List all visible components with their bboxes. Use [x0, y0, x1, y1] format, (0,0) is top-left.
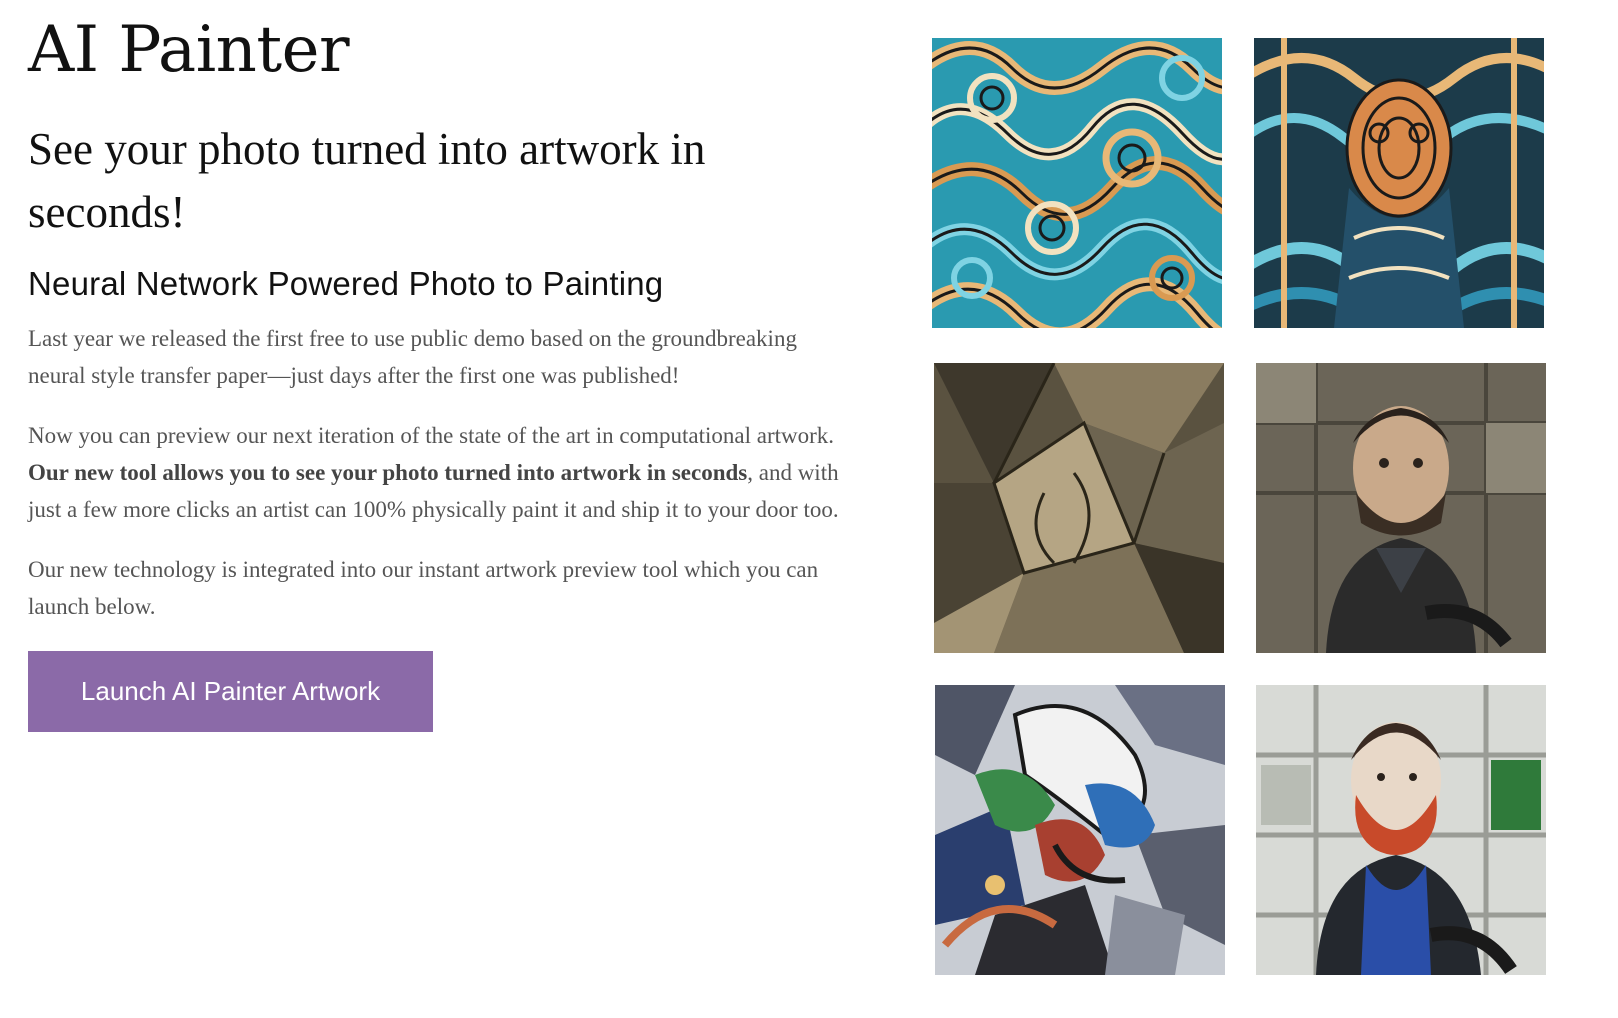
page-subtitle: See your photo turned into artwork in se… — [28, 124, 706, 237]
section-heading: Neural Network Powered Photo to Painting — [28, 265, 664, 302]
swirl-portrait-graphic — [1254, 38, 1544, 328]
launch-tool-button[interactable]: Launch AI Painter Artwork Tool — [28, 651, 433, 787]
intro-paragraph-2: Now you can preview our next iteration o… — [28, 417, 848, 528]
intro-paragraph-2-emphasis: Our new tool allows you to see your phot… — [28, 460, 748, 485]
abstract-style-graphic — [935, 685, 1225, 975]
cubist-portrait-image — [1256, 363, 1546, 653]
swirl-style-image — [932, 38, 1222, 328]
intro-paragraph-1: Last year we released the first free to … — [28, 326, 797, 388]
abstract-portrait-image — [1256, 685, 1546, 975]
swirl-style-graphic — [932, 38, 1222, 328]
cubist-style-graphic — [934, 363, 1224, 653]
abstract-portrait-graphic — [1256, 685, 1546, 975]
abstract-style-image — [935, 685, 1225, 975]
intro-paragraph-2-text: Now you can preview our next iteration o… — [28, 423, 835, 448]
intro-paragraph-3: Our new technology is integrated into ou… — [28, 557, 819, 619]
intro-column: AI Painter See your photo turned into ar… — [28, 10, 848, 787]
cubist-style-image — [934, 363, 1224, 653]
cubist-portrait-graphic — [1256, 363, 1546, 653]
page-title: AI Painter — [28, 13, 350, 87]
swirl-portrait-image — [1254, 38, 1544, 328]
